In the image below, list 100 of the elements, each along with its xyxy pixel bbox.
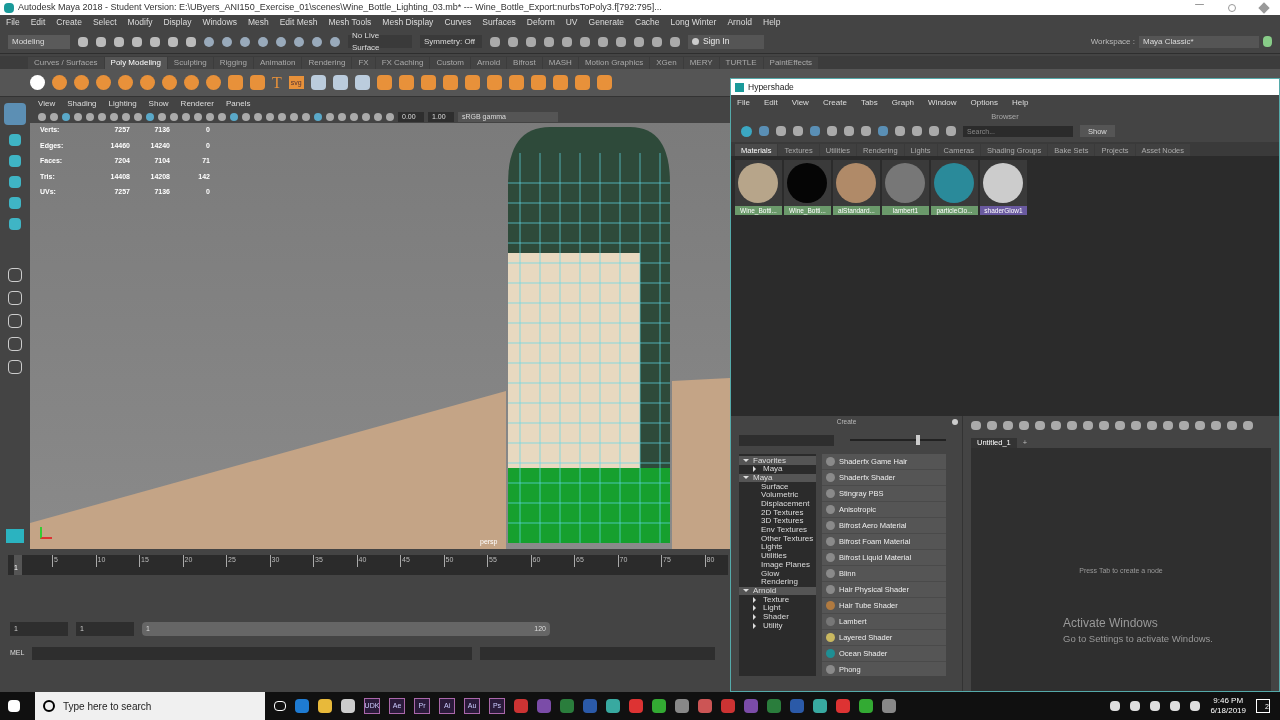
- browser-tool-icon[interactable]: [895, 126, 905, 137]
- panel-menu-item[interactable]: Renderer: [180, 97, 214, 110]
- taskbar-app-icon[interactable]: [882, 699, 896, 713]
- shelf-tab[interactable]: Rigging: [213, 57, 253, 69]
- shelf-tab[interactable]: Curves / Surfaces: [28, 57, 104, 69]
- browser-tool-icon[interactable]: [793, 126, 803, 137]
- tree-item[interactable]: Displacement: [739, 499, 816, 509]
- menu-item[interactable]: Mesh Tools: [328, 16, 372, 29]
- shelf-tool-icon[interactable]: [118, 75, 133, 90]
- tool-icon[interactable]: [9, 218, 21, 230]
- tree-item[interactable]: Image Planes: [739, 560, 816, 570]
- taskbar-app-icon[interactable]: [537, 699, 551, 713]
- tray-icon[interactable]: [1190, 701, 1201, 711]
- menu-item[interactable]: Cache: [635, 16, 660, 29]
- menu-item[interactable]: Edit: [30, 16, 46, 29]
- tree-item[interactable]: 3D Textures: [739, 517, 816, 526]
- menu-item[interactable]: Deform: [526, 16, 555, 29]
- tree-item[interactable]: Other Textures: [739, 534, 816, 544]
- taskbar-app-icon[interactable]: [721, 699, 735, 713]
- taskbar-app-icon[interactable]: [767, 699, 781, 713]
- menu-item[interactable]: Create: [822, 97, 847, 109]
- tree-item[interactable]: Lights: [739, 543, 816, 552]
- toolbar-icon[interactable]: [132, 36, 142, 47]
- panel-menu-item[interactable]: Show: [148, 97, 169, 110]
- tray-icon[interactable]: [1150, 701, 1161, 711]
- shelf-tab[interactable]: MASH: [542, 57, 578, 69]
- shelf-tab[interactable]: Custom: [430, 57, 470, 69]
- taskbar-app-icon[interactable]: [675, 699, 689, 713]
- shelf-tool-icon[interactable]: [310, 75, 326, 90]
- tree-item[interactable]: Arnold: [739, 586, 816, 596]
- workspace-dropdown[interactable]: Maya Classic*: [1139, 35, 1259, 48]
- toolbar-icon[interactable]: [150, 36, 160, 47]
- menu-item[interactable]: File: [737, 97, 750, 109]
- tool-icon[interactable]: [9, 134, 21, 146]
- shelf-tool-icon[interactable]: [552, 75, 568, 90]
- menu-item[interactable]: Curves: [444, 16, 472, 29]
- taskbar-app-icon[interactable]: [295, 699, 309, 713]
- tree-item[interactable]: Volumetric: [739, 491, 816, 500]
- shelf-tool-icon[interactable]: [162, 75, 177, 90]
- taskbar-app-icon[interactable]: [813, 699, 827, 713]
- menu-item[interactable]: File: [6, 16, 20, 29]
- shelf-tool-icon[interactable]: [30, 75, 45, 90]
- shelf-tab[interactable]: Rendering: [302, 57, 352, 69]
- tree-item[interactable]: Utility: [739, 621, 816, 630]
- tree-item[interactable]: Env Textures: [739, 525, 816, 535]
- taskbar-app-icon[interactable]: [606, 699, 620, 713]
- shelf-tool-icon[interactable]: [184, 75, 199, 90]
- shelf-tool-icon[interactable]: [140, 75, 155, 90]
- tree-item[interactable]: Rendering: [739, 577, 816, 587]
- shelf-tab[interactable]: FX: [352, 57, 375, 69]
- tool-icon[interactable]: [9, 197, 21, 209]
- toolbar-icon[interactable]: [114, 36, 124, 47]
- tree-item[interactable]: 2D Textures: [739, 508, 816, 518]
- menu-item[interactable]: Mesh Display: [382, 16, 434, 29]
- live-surface-field[interactable]: No Live Surface: [348, 35, 412, 48]
- shelf-tool-icon[interactable]: [74, 75, 89, 90]
- menu-item[interactable]: Display: [163, 16, 192, 29]
- tree-item[interactable]: Texture: [739, 595, 816, 604]
- menu-item[interactable]: Arnold: [727, 16, 752, 29]
- browser-tool-icon[interactable]: [827, 126, 837, 137]
- panel-menu-item[interactable]: View: [38, 97, 56, 110]
- menu-item[interactable]: Graph: [891, 97, 915, 109]
- shelf-tool-icon[interactable]: [442, 75, 458, 90]
- menu-item[interactable]: Help: [1012, 97, 1029, 109]
- shelf-tab[interactable]: Poly Modeling: [104, 57, 167, 69]
- menu-item[interactable]: Help: [763, 16, 781, 29]
- shelf-tool-icon[interactable]: [486, 75, 502, 90]
- menu-item[interactable]: Windows: [202, 16, 237, 29]
- shelf-tool-icon[interactable]: [530, 75, 546, 90]
- taskbar-app-icon[interactable]: [744, 699, 758, 713]
- menu-item[interactable]: Surfaces: [482, 16, 516, 29]
- tree-item[interactable]: Maya: [739, 473, 816, 483]
- symmetry-dropdown[interactable]: Symmetry: Off: [420, 35, 482, 48]
- shelf-tab[interactable]: XGen: [650, 57, 683, 69]
- shelf-tool-icon[interactable]: [376, 75, 392, 90]
- taskbar-app-icon[interactable]: [859, 699, 873, 713]
- shelf-tool-icon[interactable]: [206, 75, 221, 90]
- shelf-tab[interactable]: Motion Graphics: [578, 57, 650, 69]
- tree-item[interactable]: Utilities: [739, 551, 816, 561]
- shelf-tab[interactable]: TURTLE: [719, 57, 763, 69]
- panel-menu-item[interactable]: Shading: [67, 97, 97, 110]
- browser-tool-icon[interactable]: [861, 126, 871, 137]
- taskbar-app-icon[interactable]: [698, 699, 712, 713]
- tray-icon[interactable]: [1110, 701, 1121, 711]
- shelf-tool-icon[interactable]: [52, 75, 67, 90]
- taskbar-app-icon[interactable]: [514, 699, 528, 713]
- toolbar-icon[interactable]: [168, 36, 178, 47]
- tray-icon[interactable]: [1130, 701, 1141, 711]
- tree-item[interactable]: Favorites: [739, 456, 816, 465]
- shelf-tool-icon[interactable]: [332, 75, 348, 90]
- sign-in-button[interactable]: Sign In: [688, 34, 764, 49]
- tree-item[interactable]: Light: [739, 603, 816, 613]
- taskbar-app-icon[interactable]: [652, 699, 666, 713]
- taskbar-app-icon[interactable]: [560, 699, 574, 713]
- shelf-tab[interactable]: Arnold: [471, 57, 507, 69]
- menu-item[interactable]: Tabs: [860, 97, 878, 109]
- menu-item[interactable]: Select: [92, 16, 117, 29]
- tree-item[interactable]: Glow: [739, 569, 816, 578]
- taskbar-app-icon[interactable]: [318, 699, 332, 713]
- browser-tool-icon[interactable]: [912, 126, 922, 137]
